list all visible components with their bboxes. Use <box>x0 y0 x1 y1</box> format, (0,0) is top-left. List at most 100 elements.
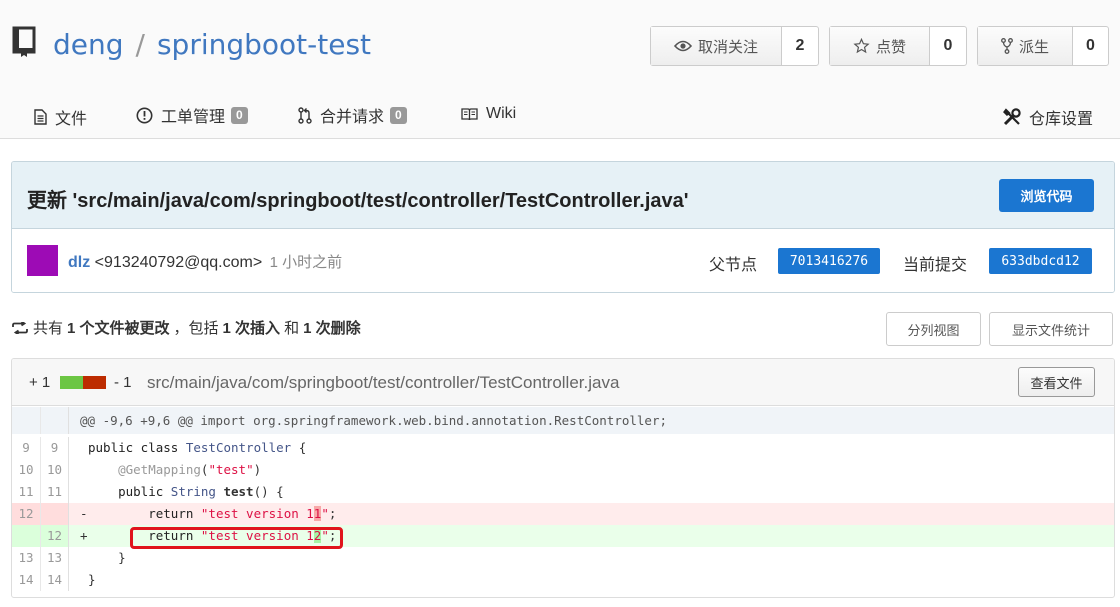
highlight-annotation <box>130 527 343 549</box>
file-diff-header: + 1 - 1 src/main/java/com/springboot/tes… <box>12 359 1114 406</box>
tab-wiki[interactable]: Wiki <box>461 105 516 123</box>
hunk-header-row: @@ -9,6 +9,6 @@ import org.springframewo… <box>12 407 1114 434</box>
commit-info-box: 更新 'src/main/java/com/springboot/test/co… <box>11 161 1115 293</box>
code-text: public String test() { <box>118 484 284 499</box>
tab-issues[interactable]: 工单管理 0 <box>136 103 248 127</box>
code-text: @GetMapping("test") <box>118 462 262 477</box>
avatar[interactable] <box>27 245 58 276</box>
new-line-number[interactable]: 10 <box>41 459 69 481</box>
sync-icon <box>12 321 28 334</box>
current-sha-button[interactable]: 633dbdcd12 <box>989 248 1092 274</box>
old-line-number[interactable]: 13 <box>12 547 41 569</box>
new-line-number[interactable]: 12 <box>41 525 69 547</box>
pulls-count-badge: 0 <box>390 106 407 124</box>
star-label: 点赞 <box>875 38 906 56</box>
code-line: 9 9 public class TestController { <box>12 437 1114 459</box>
fork-group: 派生 0 <box>977 26 1109 66</box>
browse-code-button[interactable]: 浏览代码 <box>999 179 1094 212</box>
deletions-count: - 1 <box>114 374 132 391</box>
repo-owner-link[interactable]: deng <box>53 28 124 61</box>
old-line-number[interactable] <box>12 525 41 547</box>
star-icon <box>853 38 870 54</box>
current-commit-label: 当前提交 <box>903 257 968 274</box>
author-name-link[interactable]: dlz <box>68 254 90 271</box>
code-text: } <box>88 572 96 587</box>
fork-count[interactable]: 0 <box>1073 27 1108 65</box>
parent-sha-button[interactable]: 7013416276 <box>778 248 880 274</box>
diff-summary: 共有 1 个文件被更改 ，包括 1 次插入 和 1 次删除 <box>12 317 365 338</box>
tools-icon <box>1003 108 1021 126</box>
tab-settings[interactable]: 仓库设置 <box>1003 105 1093 129</box>
summary-middle: ，包括 <box>173 320 219 337</box>
code-text: public class TestController { <box>88 440 307 455</box>
file-icon <box>34 109 47 125</box>
tab-issues-label: 工单管理 <box>161 109 226 126</box>
issues-count-badge: 0 <box>231 106 248 124</box>
tab-wiki-label: Wiki <box>486 105 517 122</box>
file-path: src/main/java/com/springboot/test/contro… <box>147 373 620 392</box>
author-email: <913240792@qq.com> <box>94 254 263 271</box>
diff-sign: - <box>80 506 88 521</box>
code-text: return "test version 11"; <box>148 506 337 521</box>
summary-and: 和 <box>284 320 300 337</box>
new-line-number[interactable] <box>41 503 69 525</box>
repo-book-icon <box>12 26 36 57</box>
split-view-button[interactable]: 分列视图 <box>886 312 981 346</box>
tab-files[interactable]: 文件 <box>34 105 87 129</box>
new-line-number[interactable]: 13 <box>41 547 69 569</box>
commit-meta: dlz <913240792@qq.com> 1 小时之前 父节点 701341… <box>12 229 1114 292</box>
pull-request-icon <box>298 106 312 124</box>
fork-icon <box>1001 38 1013 54</box>
fork-button[interactable]: 派生 <box>978 27 1073 65</box>
old-line-number[interactable]: 9 <box>12 437 41 459</box>
summary-deletions: 1 次删除 <box>303 320 361 337</box>
summary-files: 1 个文件被更改 <box>67 320 170 337</box>
watch-count[interactable]: 2 <box>782 27 818 65</box>
fork-label: 派生 <box>1018 38 1049 56</box>
watch-label: 取消关注 <box>697 38 758 56</box>
old-line-number[interactable]: 12 <box>12 503 41 525</box>
watch-group: 取消关注 2 <box>650 26 819 66</box>
repo-nav: 文件 工单管理 0 合并请求 0 Wiki 仓库设置 <box>0 100 1120 130</box>
code-line: 14 14 } <box>12 569 1114 591</box>
show-stats-button[interactable]: 显示文件统计 <box>989 312 1113 346</box>
code-line: 13 13 } <box>12 547 1114 569</box>
old-line-number[interactable]: 14 <box>12 569 41 591</box>
code-line: 11 11 public String test() { <box>12 481 1114 503</box>
star-button[interactable]: 点赞 <box>830 27 930 65</box>
eye-icon <box>673 40 692 52</box>
repo-name-link[interactable]: springboot-test <box>157 28 371 61</box>
old-line-number[interactable]: 11 <box>12 481 41 503</box>
issue-icon <box>136 107 153 123</box>
old-line-number[interactable]: 10 <box>12 459 41 481</box>
star-count[interactable]: 0 <box>930 27 966 65</box>
tab-files-label: 文件 <box>55 111 88 128</box>
view-file-button[interactable]: 查看文件 <box>1018 367 1095 397</box>
watch-button[interactable]: 取消关注 <box>651 27 782 65</box>
repo-header: deng / springboot-test 取消关注 2 点赞 0 派生 0 文件… <box>0 0 1120 139</box>
commit-header: 更新 'src/main/java/com/springboot/test/co… <box>12 162 1114 229</box>
book-icon <box>461 107 478 120</box>
diffstat-bar <box>60 376 106 389</box>
tab-pulls[interactable]: 合并请求 0 <box>298 103 407 127</box>
repo-separator: / <box>135 28 145 61</box>
summary-prefix: 共有 <box>33 320 64 337</box>
tab-settings-label: 仓库设置 <box>1029 111 1094 128</box>
commit-time: 1 小时之前 <box>269 254 343 271</box>
new-line-number[interactable]: 11 <box>41 481 69 503</box>
summary-insertions: 1 次插入 <box>222 320 281 337</box>
hunk-header: @@ -9,6 +9,6 @@ import org.springframewo… <box>80 413 667 428</box>
commit-author: dlz <913240792@qq.com> 1 小时之前 <box>68 251 342 272</box>
commit-title: 更新 'src/main/java/com/springboot/test/co… <box>27 190 689 212</box>
parent-label: 父节点 <box>709 257 758 274</box>
star-group: 点赞 0 <box>829 26 967 66</box>
additions-count: + 1 <box>29 374 51 391</box>
file-diff-box: + 1 - 1 src/main/java/com/springboot/tes… <box>11 358 1115 598</box>
code-text: } <box>88 550 126 565</box>
repo-title: deng / springboot-test <box>53 28 371 61</box>
code-line: 10 10 @GetMapping("test") <box>12 459 1114 481</box>
deleted-line: 12 - return "test version 11"; <box>12 503 1114 525</box>
new-line-number[interactable]: 14 <box>41 569 69 591</box>
diff-sign: + <box>80 528 88 543</box>
new-line-number[interactable]: 9 <box>41 437 69 459</box>
